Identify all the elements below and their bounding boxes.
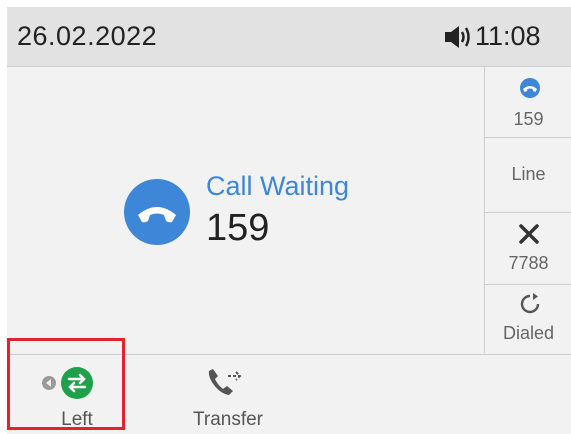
line-key-line[interactable]: Line xyxy=(485,138,571,213)
status-bar: 26.02.2022 11:08 xyxy=(7,7,571,67)
handset-hangup-icon xyxy=(124,179,190,245)
call-panel: Call Waiting 159 xyxy=(7,67,483,353)
line-key-label: Dialed xyxy=(502,323,555,343)
line-keys: 159 Line 7788 Dialed xyxy=(484,67,571,353)
highlight-box xyxy=(7,338,125,430)
line-key-label: 7788 xyxy=(508,253,549,273)
redial-icon xyxy=(519,293,541,320)
speaker-volume-icon xyxy=(445,24,473,50)
transfer-call-icon xyxy=(205,367,245,404)
line-key-label: Line xyxy=(511,164,546,184)
contact-icon xyxy=(519,77,541,104)
call-status: Call Waiting xyxy=(206,171,350,201)
line-key-dialed[interactable]: Dialed xyxy=(485,285,571,353)
status-time: 11:08 xyxy=(475,21,541,51)
call-number: 159 xyxy=(206,207,270,249)
line-key-label: 159 xyxy=(513,109,544,129)
softkey-label: Transfer xyxy=(192,409,264,430)
missed-call-x-icon xyxy=(518,223,540,250)
line-key-contact-159[interactable]: 159 xyxy=(485,67,571,138)
softkey-transfer[interactable]: Transfer xyxy=(173,355,283,434)
status-date: 26.02.2022 xyxy=(17,21,158,51)
line-key-missed-7788[interactable]: 7788 xyxy=(485,213,571,285)
